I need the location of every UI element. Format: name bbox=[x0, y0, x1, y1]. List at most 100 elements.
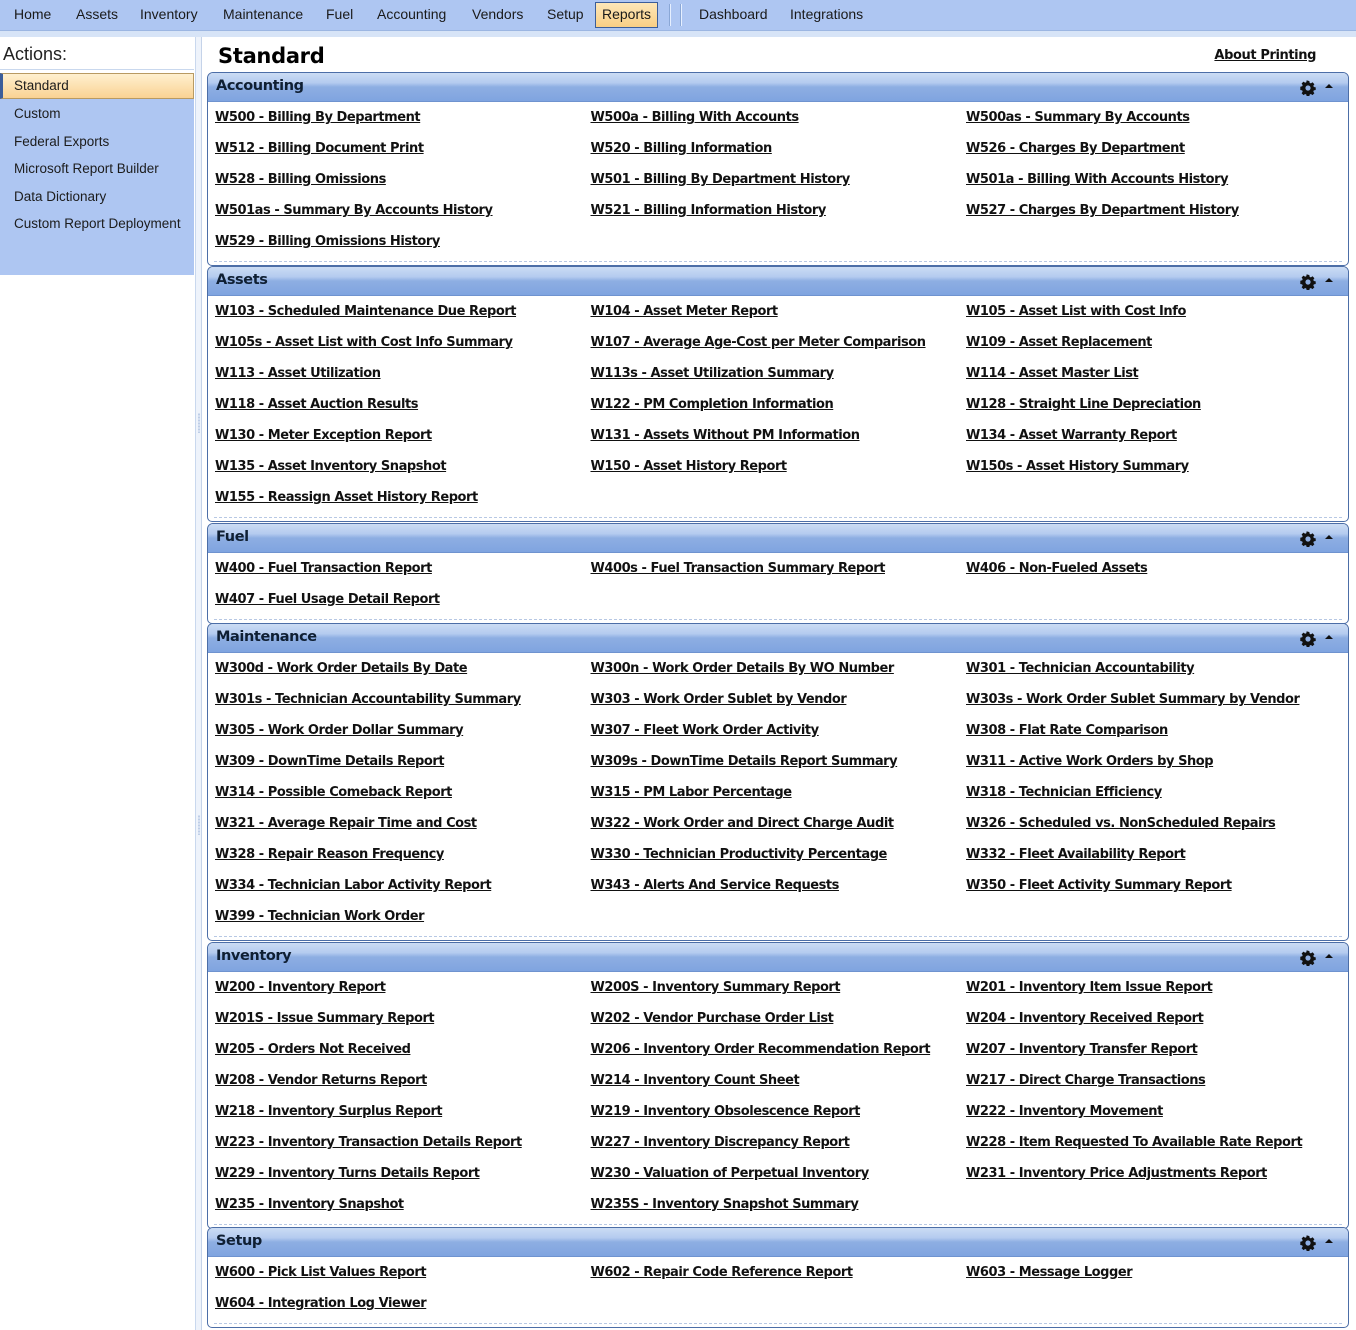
splitter-grip[interactable] bbox=[198, 815, 200, 835]
report-link[interactable]: W105s - Asset List with Cost Info Summar… bbox=[215, 335, 513, 350]
report-link[interactable]: W200 - Inventory Report bbox=[215, 980, 386, 995]
report-link[interactable]: W400 - Fuel Transaction Report bbox=[215, 561, 432, 576]
report-link[interactable]: W229 - Inventory Turns Details Report bbox=[215, 1166, 480, 1181]
report-link[interactable]: W501 - Billing By Department History bbox=[591, 172, 851, 187]
report-link[interactable]: W526 - Charges By Department bbox=[966, 141, 1185, 156]
splitter-grip[interactable] bbox=[198, 413, 200, 433]
menu-inventory[interactable]: Inventory bbox=[134, 2, 204, 28]
collapse-arrow-icon[interactable] bbox=[1324, 533, 1334, 543]
report-link[interactable]: W200S - Inventory Summary Report bbox=[591, 980, 841, 995]
report-link[interactable]: W155 - Reassign Asset History Report bbox=[215, 490, 478, 505]
report-link[interactable]: W330 - Technician Productivity Percentag… bbox=[591, 847, 888, 862]
report-link[interactable]: W150s - Asset History Summary bbox=[966, 459, 1189, 474]
menu-assets[interactable]: Assets bbox=[70, 2, 124, 28]
report-link[interactable]: W500 - Billing By Department bbox=[215, 110, 421, 125]
report-link[interactable]: W307 - Fleet Work Order Activity bbox=[591, 723, 820, 738]
report-link[interactable]: W603 - Message Logger bbox=[966, 1265, 1133, 1280]
report-link[interactable]: W309s - DownTime Details Report Summary bbox=[591, 754, 898, 769]
report-link[interactable]: W308 - Flat Rate Comparison bbox=[966, 723, 1168, 738]
report-link[interactable]: W208 - Vendor Returns Report bbox=[215, 1073, 427, 1088]
menu-maintenance[interactable]: Maintenance bbox=[217, 2, 309, 28]
report-link[interactable]: W205 - Orders Not Received bbox=[215, 1042, 411, 1057]
report-link[interactable]: W135 - Asset Inventory Snapshot bbox=[215, 459, 447, 474]
gear-icon[interactable] bbox=[1300, 631, 1316, 648]
report-link[interactable]: W130 - Meter Exception Report bbox=[215, 428, 432, 443]
menu-reports[interactable]: Reports bbox=[595, 2, 659, 28]
collapse-arrow-icon[interactable] bbox=[1324, 1237, 1334, 1247]
menu-accounting[interactable]: Accounting bbox=[371, 2, 452, 28]
gear-icon[interactable] bbox=[1300, 531, 1316, 548]
report-link[interactable]: W301 - Technician Accountability bbox=[966, 661, 1195, 676]
report-link[interactable]: W600 - Pick List Values Report bbox=[215, 1265, 427, 1280]
report-link[interactable]: W311 - Active Work Orders by Shop bbox=[966, 754, 1214, 769]
action-custom-report-deployment[interactable]: Custom Report Deployment bbox=[0, 211, 194, 237]
report-link[interactable]: W227 - Inventory Discrepancy Report bbox=[591, 1135, 850, 1150]
report-link[interactable]: W214 - Inventory Count Sheet bbox=[591, 1073, 800, 1088]
report-link[interactable]: W201 - Inventory Item Issue Report bbox=[966, 980, 1213, 995]
report-link[interactable]: W527 - Charges By Department History bbox=[966, 203, 1239, 218]
report-link[interactable]: W150 - Asset History Report bbox=[591, 459, 788, 474]
report-link[interactable]: W113s - Asset Utilization Summary bbox=[591, 366, 835, 381]
collapse-arrow-icon[interactable] bbox=[1324, 82, 1334, 92]
report-link[interactable]: W305 - Work Order Dollar Summary bbox=[215, 723, 464, 738]
report-link[interactable]: W399 - Technician Work Order bbox=[215, 909, 425, 924]
report-link[interactable]: W321 - Average Repair Time and Cost bbox=[215, 816, 477, 831]
report-link[interactable]: W207 - Inventory Transfer Report bbox=[966, 1042, 1198, 1057]
report-link[interactable]: W529 - Billing Omissions History bbox=[215, 234, 440, 249]
report-link[interactable]: W309 - DownTime Details Report bbox=[215, 754, 445, 769]
report-link[interactable]: W300d - Work Order Details By Date bbox=[215, 661, 468, 676]
report-link[interactable]: W230 - Valuation of Perpetual Inventory bbox=[591, 1166, 870, 1181]
report-link[interactable]: W303s - Work Order Sublet Summary by Ven… bbox=[966, 692, 1300, 707]
report-link[interactable]: W314 - Possible Comeback Report bbox=[215, 785, 452, 800]
report-link[interactable]: W407 - Fuel Usage Detail Report bbox=[215, 592, 440, 607]
collapse-arrow-icon[interactable] bbox=[1324, 276, 1334, 286]
report-link[interactable]: W343 - Alerts And Service Requests bbox=[591, 878, 840, 893]
menu-home[interactable]: Home bbox=[8, 2, 57, 28]
report-link[interactable]: W512 - Billing Document Print bbox=[215, 141, 424, 156]
gear-icon[interactable] bbox=[1300, 1235, 1316, 1252]
report-link[interactable]: W334 - Technician Labor Activity Report bbox=[215, 878, 492, 893]
menu-vendors[interactable]: Vendors bbox=[466, 2, 529, 28]
action-microsoft-report-builder[interactable]: Microsoft Report Builder bbox=[0, 156, 194, 182]
report-link[interactable]: W228 - Item Requested To Available Rate … bbox=[966, 1135, 1303, 1150]
report-link[interactable]: W501a - Billing With Accounts History bbox=[966, 172, 1229, 187]
collapse-arrow-icon[interactable] bbox=[1324, 633, 1334, 643]
report-link[interactable]: W104 - Asset Meter Report bbox=[591, 304, 779, 319]
menu-setup[interactable]: Setup bbox=[541, 2, 590, 28]
report-link[interactable]: W406 - Non-Fueled Assets bbox=[966, 561, 1148, 576]
report-link[interactable]: W300n - Work Order Details By WO Number bbox=[591, 661, 895, 676]
report-link[interactable]: W109 - Asset Replacement bbox=[966, 335, 1152, 350]
menu-integrations[interactable]: Integrations bbox=[784, 2, 869, 28]
report-link[interactable]: W217 - Direct Charge Transactions bbox=[966, 1073, 1206, 1088]
report-link[interactable]: W500a - Billing With Accounts bbox=[591, 110, 800, 125]
report-link[interactable]: W528 - Billing Omissions bbox=[215, 172, 386, 187]
report-link[interactable]: W604 - Integration Log Viewer bbox=[215, 1296, 427, 1311]
report-link[interactable]: W322 - Work Order and Direct Charge Audi… bbox=[591, 816, 895, 831]
report-link[interactable]: W602 - Repair Code Reference Report bbox=[591, 1265, 854, 1280]
about-printing-link[interactable]: About Printing bbox=[1214, 48, 1316, 63]
report-link[interactable]: W202 - Vendor Purchase Order List bbox=[591, 1011, 834, 1026]
report-link[interactable]: W206 - Inventory Order Recommendation Re… bbox=[591, 1042, 931, 1057]
report-link[interactable]: W520 - Billing Information bbox=[591, 141, 773, 156]
action-data-dictionary[interactable]: Data Dictionary bbox=[0, 184, 194, 210]
action-standard[interactable]: Standard bbox=[0, 73, 194, 99]
sidebar-splitter[interactable] bbox=[196, 37, 202, 1330]
report-link[interactable]: W204 - Inventory Received Report bbox=[966, 1011, 1204, 1026]
report-link[interactable]: W318 - Technician Efficiency bbox=[966, 785, 1162, 800]
report-link[interactable]: W107 - Average Age-Cost per Meter Compar… bbox=[591, 335, 926, 350]
gear-icon[interactable] bbox=[1300, 950, 1316, 967]
action-custom[interactable]: Custom bbox=[0, 101, 194, 127]
report-link[interactable]: W134 - Asset Warranty Report bbox=[966, 428, 1177, 443]
report-link[interactable]: W223 - Inventory Transaction Details Rep… bbox=[215, 1135, 522, 1150]
report-link[interactable]: W500as - Summary By Accounts bbox=[966, 110, 1190, 125]
report-link[interactable]: W114 - Asset Master List bbox=[966, 366, 1139, 381]
report-link[interactable]: W315 - PM Labor Percentage bbox=[591, 785, 793, 800]
report-link[interactable]: W222 - Inventory Movement bbox=[966, 1104, 1163, 1119]
action-federal-exports[interactable]: Federal Exports bbox=[0, 129, 194, 155]
report-link[interactable]: W201S - Issue Summary Report bbox=[215, 1011, 435, 1026]
report-link[interactable]: W303 - Work Order Sublet by Vendor bbox=[591, 692, 847, 707]
report-link[interactable]: W235S - Inventory Snapshot Summary bbox=[591, 1197, 859, 1212]
report-link[interactable]: W301s - Technician Accountability Summar… bbox=[215, 692, 521, 707]
report-link[interactable]: W122 - PM Completion Information bbox=[591, 397, 834, 412]
report-link[interactable]: W326 - Scheduled vs. NonScheduled Repair… bbox=[966, 816, 1276, 831]
